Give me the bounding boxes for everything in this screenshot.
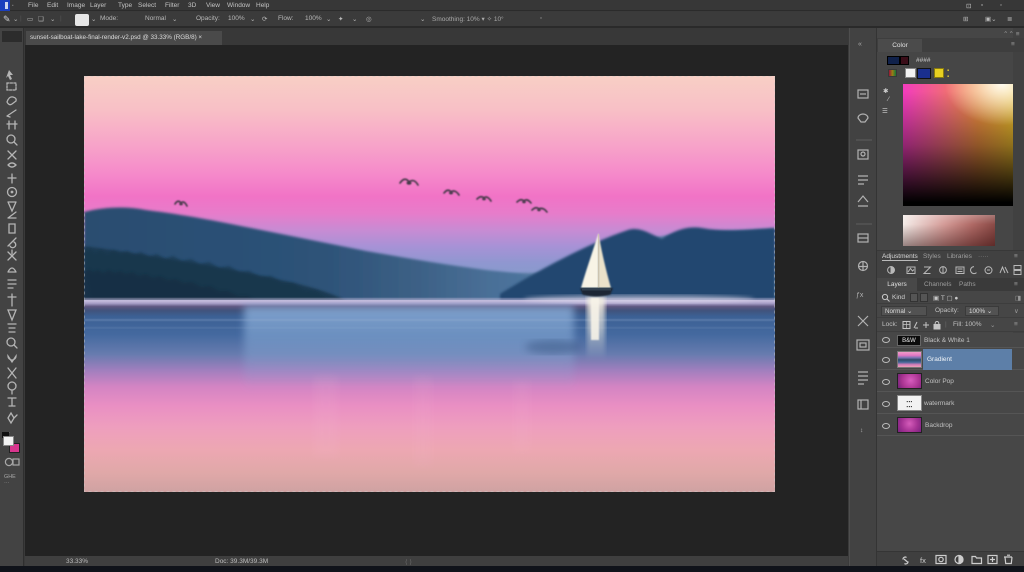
svg-text:«: « <box>858 41 862 48</box>
svg-text:⋯: ⋯ <box>4 481 9 487</box>
svg-text:ƒx: ƒx <box>856 292 864 299</box>
svg-text:↕: ↕ <box>860 427 863 434</box>
svg-text:fx: fx <box>920 556 926 565</box>
svg-text:GHE: GHE <box>4 474 16 480</box>
